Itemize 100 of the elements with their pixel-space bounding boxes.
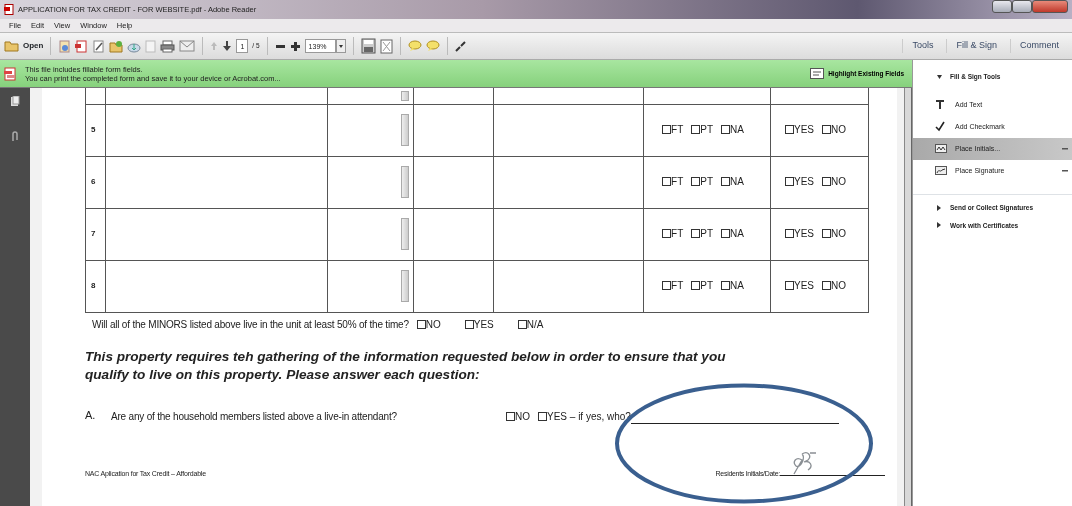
checkbox[interactable] — [517, 319, 527, 329]
checkbox-label: NO — [831, 279, 846, 293]
checkbox[interactable] — [691, 229, 701, 238]
checkbox-label: NA — [730, 227, 744, 241]
question-text: Are any of the household members listed above a live-in attendant? — [111, 409, 398, 424]
checkbox-label: YES – if yes, who? — [547, 409, 631, 424]
checkbox[interactable] — [662, 177, 672, 186]
checkbox-label: N/A — [526, 317, 544, 332]
pages-icon[interactable] — [10, 96, 20, 107]
print-icon[interactable] — [160, 39, 176, 53]
row-number: 7 — [91, 229, 96, 238]
checkbox[interactable] — [721, 177, 731, 186]
checkbox[interactable] — [691, 177, 701, 186]
checkbox[interactable] — [464, 319, 474, 329]
row-number: 5 — [91, 125, 96, 134]
scrollbar[interactable] — [904, 88, 912, 506]
document-icon[interactable] — [58, 39, 72, 53]
pdf-icon — [4, 4, 14, 15]
checkbox-label: PT — [700, 123, 714, 137]
checkbox-label: FT — [671, 279, 684, 293]
checkbox[interactable] — [691, 281, 701, 290]
edit-icon[interactable] — [92, 39, 106, 53]
checkbox[interactable] — [506, 411, 515, 421]
checkbox[interactable] — [785, 229, 794, 238]
toolbar-tab[interactable]: Comment — [1010, 39, 1068, 53]
fit-page-icon[interactable] — [379, 38, 393, 54]
checkbox[interactable] — [416, 319, 426, 329]
checkbox-label: PT — [700, 227, 714, 241]
checkbox[interactable] — [691, 125, 701, 134]
checkbox[interactable] — [721, 125, 731, 134]
checkbox[interactable] — [662, 125, 672, 134]
expand-arrow-icon[interactable] — [937, 204, 942, 211]
checkbox[interactable] — [822, 229, 831, 238]
checkbox-label: NO — [831, 227, 846, 241]
checkbox[interactable] — [721, 281, 731, 290]
checkbox-label: YES — [794, 279, 814, 293]
signature-icon — [935, 165, 947, 177]
expand-icon[interactable] — [454, 40, 466, 52]
form-field[interactable] — [413, 208, 494, 260]
save-icon[interactable] — [360, 38, 376, 54]
toolbar-tab[interactable]: Tools — [902, 39, 943, 53]
checkbox-label: NO — [515, 409, 530, 424]
checkbox-label: FT — [671, 123, 684, 137]
checkbox-label: PT — [700, 175, 714, 189]
form-field[interactable] — [493, 104, 644, 156]
form-icon — [4, 66, 17, 81]
folder-icon — [4, 40, 19, 52]
row-number: 8 — [91, 281, 96, 290]
checkbox-label: NO — [831, 175, 846, 189]
checkbox-label: NO — [425, 317, 441, 332]
checkbox-label: NA — [730, 175, 744, 189]
checkbox[interactable] — [785, 125, 794, 134]
form-field[interactable] — [493, 208, 644, 260]
form-field[interactable] — [105, 156, 328, 208]
form-field[interactable] — [105, 104, 328, 156]
open-button[interactable]: Open — [4, 40, 44, 52]
collapse-arrow-icon[interactable] — [937, 73, 942, 80]
checkbox-label: NO — [831, 123, 846, 137]
instruction-heading: This property requires teh gathering of the information requested below in order to ensure that you qualify to live on this property. Please answer each question: — [85, 347, 727, 384]
checkbox[interactable] — [662, 281, 672, 290]
close-button[interactable] — [1032, 0, 1068, 13]
checkbox-label: NA — [730, 279, 744, 293]
checkbox[interactable] — [785, 177, 794, 186]
initials-icon — [935, 143, 947, 155]
maximize-button[interactable] — [1012, 0, 1032, 13]
question-label: A. — [85, 408, 95, 423]
checkbox-label: FT — [671, 227, 684, 241]
toolbar-tab[interactable]: Fill & Sign — [946, 39, 1006, 53]
checkbox[interactable] — [822, 125, 831, 134]
checkbox[interactable] — [662, 229, 672, 238]
form-field[interactable] — [105, 208, 328, 260]
question-text: Will all of the MINORS listed above live in the unit at least 50% of the time? — [92, 317, 409, 332]
attachment-icon[interactable] — [10, 131, 20, 142]
form-field[interactable] — [493, 260, 644, 312]
form-field[interactable] — [413, 156, 494, 208]
checkbox-label: YES — [473, 317, 494, 332]
checkbox-label: FT — [671, 175, 684, 189]
checkmark-icon — [935, 121, 947, 133]
checkbox-label: NA — [730, 123, 744, 137]
form-field[interactable] — [493, 156, 644, 208]
checkbox[interactable] — [538, 411, 547, 421]
row-number: 6 — [91, 177, 96, 186]
expand-arrow-icon[interactable] — [937, 222, 942, 229]
document-icon[interactable] — [75, 39, 89, 53]
checkbox[interactable] — [822, 281, 831, 290]
zoom-in-icon[interactable] — [289, 40, 301, 52]
checkbox[interactable] — [785, 281, 794, 290]
text-tool-icon — [935, 99, 947, 111]
form-field[interactable] — [105, 260, 328, 312]
checkbox-label: PT — [700, 279, 714, 293]
form-field[interactable] — [413, 260, 494, 312]
form-field[interactable] — [413, 104, 494, 156]
checkbox-label: YES — [794, 227, 814, 241]
checkbox[interactable] — [721, 229, 731, 238]
checkbox-label: YES — [794, 175, 814, 189]
checkbox[interactable] — [822, 177, 831, 186]
fields-icon — [810, 68, 825, 79]
arrow-down-icon[interactable] — [222, 40, 233, 52]
checkbox-label: YES — [794, 123, 814, 137]
minimize-button[interactable] — [992, 0, 1012, 13]
